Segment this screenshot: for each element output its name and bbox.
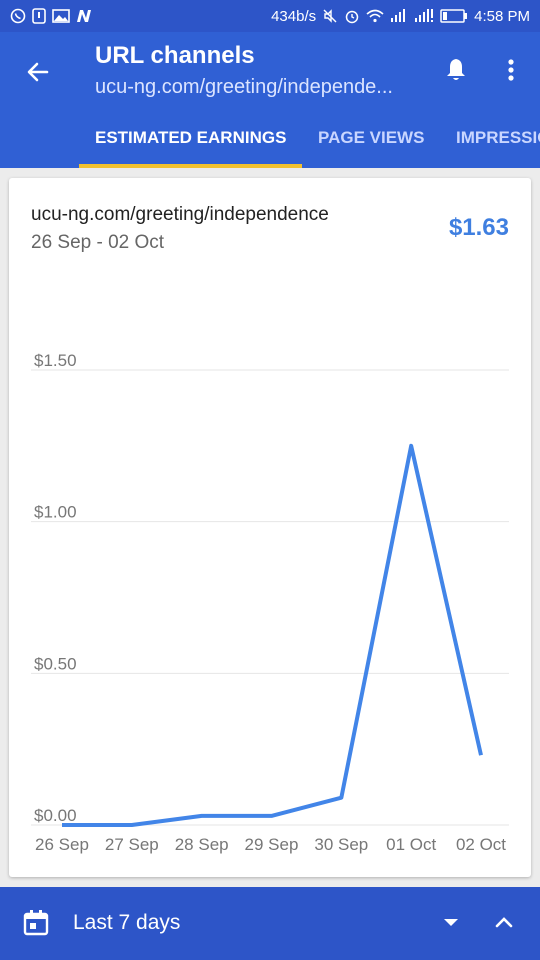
status-bar: 434b/s 4:58 PM bbox=[0, 0, 540, 32]
earnings-line-chart: $0.00 $0.50 $1.00 $1.50 26 Sep 27 Sep 28 Sep 29… bbox=[31, 351, 509, 854]
y-tick-label: $0.50 bbox=[34, 654, 77, 673]
battery-icon bbox=[440, 9, 468, 23]
earnings-series-line bbox=[62, 443, 483, 827]
status-left-icons bbox=[10, 8, 92, 24]
y-tick-label: $1.00 bbox=[34, 503, 77, 522]
x-tick-label: 28 Sep bbox=[175, 835, 229, 854]
gallery-icon bbox=[52, 9, 70, 23]
signal-2-icon bbox=[414, 9, 434, 23]
x-tick-label: 26 Sep bbox=[35, 835, 89, 854]
x-tick-label: 02 Oct bbox=[456, 835, 506, 854]
y-tick-label: $1.50 bbox=[34, 351, 77, 370]
more-vert-icon bbox=[508, 59, 514, 81]
back-button[interactable] bbox=[18, 52, 58, 92]
wifi-icon bbox=[366, 9, 384, 23]
network-speed: 434b/s bbox=[271, 7, 317, 25]
tab-impressions[interactable]: IMPRESSIONS bbox=[456, 120, 540, 168]
clock: 4:58 PM bbox=[474, 7, 530, 25]
range-dropdown-button[interactable] bbox=[438, 909, 464, 935]
y-tick-label: $0.00 bbox=[34, 806, 77, 825]
tab-estimated-earnings[interactable]: ESTIMATED EARNINGS bbox=[95, 120, 286, 168]
mute-icon bbox=[322, 8, 338, 24]
notifications-button[interactable] bbox=[438, 52, 474, 88]
status-right-icons: 434b/s 4:58 PM bbox=[271, 8, 530, 25]
notification-icon bbox=[32, 8, 46, 24]
x-tick-label: 29 Sep bbox=[245, 835, 299, 854]
chevron-up-icon bbox=[495, 917, 513, 928]
more-options-button[interactable] bbox=[494, 52, 528, 88]
calendar-icon bbox=[23, 910, 49, 936]
page-title: URL channels bbox=[95, 42, 255, 69]
page-subtitle: ucu-ng.com/greeting/independe... bbox=[95, 76, 393, 98]
x-tick-label: 30 Sep bbox=[314, 835, 368, 854]
app-n-icon bbox=[76, 9, 92, 23]
tab-page-views[interactable]: PAGE VIEWS bbox=[318, 120, 424, 168]
whatsapp-icon bbox=[10, 8, 26, 24]
x-tick-label: 27 Sep bbox=[105, 835, 159, 854]
tab-bar: ESTIMATED EARNINGS PAGE VIEWS IMPRESSION… bbox=[0, 120, 540, 168]
dropdown-arrow-icon bbox=[444, 919, 458, 926]
arrow-back-icon bbox=[27, 62, 49, 82]
tab-indicator bbox=[79, 164, 302, 168]
alarm-icon bbox=[344, 8, 360, 24]
earnings-card: ucu-ng.com/greeting/independence 26 Sep … bbox=[9, 178, 531, 877]
x-tick-label: 01 Oct bbox=[386, 835, 436, 854]
selected-range[interactable]: Last 7 days bbox=[73, 911, 180, 935]
app-bar: URL channels ucu-ng.com/greeting/indepen… bbox=[0, 32, 540, 168]
bell-icon bbox=[447, 59, 465, 80]
signal-icon bbox=[390, 9, 408, 23]
expand-less-button[interactable] bbox=[491, 909, 517, 935]
date-range-bar[interactable]: Last 7 days bbox=[0, 887, 540, 960]
